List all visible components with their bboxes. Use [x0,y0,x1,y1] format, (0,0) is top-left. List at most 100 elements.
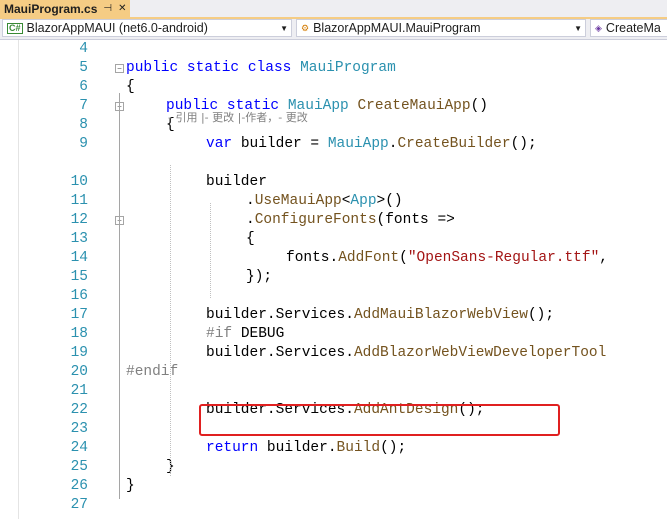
line-number: 19 [70,345,88,361]
indent-guide [170,165,171,476]
tab-mauiprogram-cs[interactable]: MauiProgram.cs ⊣ ✕ [0,0,130,17]
code-text: builder [206,174,267,190]
code-editor[interactable]: 4 5− public static class MauiProgram 6{7− pu… [0,40,667,519]
code-content: #if DEBUG [206,325,284,344]
code-text: Services. [275,307,354,323]
code-line[interactable]: 11 .UseMauiApp<App>() [0,192,667,211]
code-text: (); [380,440,407,456]
keyword: public [126,60,187,76]
line-number: 23 [70,421,88,437]
code-text: (); [527,307,555,323]
code-line[interactable]: 25} [0,458,667,477]
code-content: .UseMauiApp<App>() [246,192,403,211]
code-text: }); [246,269,273,285]
keyword: var [206,136,241,152]
highlight-box [199,404,560,436]
line-number: 20 [70,364,88,380]
line-number: 13 [70,231,88,247]
project-dropdown-value: BlazorAppMAUI (net6.0-android) [26,21,208,35]
collapse-icon[interactable]: − [115,64,124,73]
code-line[interactable]: 21 [0,382,667,401]
line-number: 10 [70,174,88,190]
project-dropdown[interactable]: C# BlazorAppMAUI (net6.0-android) ▼ [2,19,292,37]
chevron-down-icon: ▼ [280,23,288,33]
code-text: () [470,98,488,114]
code-text: { [126,79,135,95]
line-number: 24 [70,440,88,456]
code-content: builder.Services.AddBlazorWebViewDevelop… [206,344,606,363]
type-name: MauiProgram [300,60,396,76]
code-content: var builder = MauiApp.CreateBuilder(); [206,135,537,154]
code-content: public static class MauiProgram [126,59,396,78]
code-line[interactable]: 26} [0,477,667,496]
chevron-down-icon: ▼ [574,23,582,33]
member-dropdown[interactable]: ◈ CreateMa [590,19,667,37]
code-text: { [246,231,255,247]
code-line[interactable]: 24 return builder.Build(); [0,439,667,458]
method-name: CreateBuilder [397,136,511,152]
line-number: 6 [79,79,88,95]
code-line[interactable]: 20 #endif [0,363,667,382]
line-number: 25 [70,459,88,475]
csharp-project-icon: C# [7,22,23,34]
code-line[interactable]: 5 − public static class MauiProgram [0,59,667,78]
code-line[interactable]: 8{ [0,116,667,135]
code-line[interactable]: 14 fonts.AddFont("OpenSans-Regular.ttf", [0,249,667,268]
keyword: return [206,440,267,456]
code-line[interactable]: 9 var builder = MauiApp.CreateBuilder(); [0,135,667,154]
indent-guide [210,203,211,298]
code-text: builder. [206,345,276,361]
code-line[interactable]: 4 [0,40,667,59]
code-text: . [246,212,255,228]
preprocessor: #if [206,326,241,342]
member-dropdown-value: CreateMa [605,21,661,35]
code-text: Services. [275,345,354,361]
code-text: fonts. [286,250,339,266]
code-line[interactable]: 7− public static MauiApp CreateMauiApp() [0,97,667,116]
method-name: UseMauiApp [254,193,342,209]
codelens-info[interactable]: - 引用 |- 更改 |-作者，- 更改 [168,109,308,125]
code-line[interactable]: 12− .ConfigureFonts(fonts => [0,211,667,230]
class-icon: ⚙ [301,22,310,33]
code-content: { [246,230,255,249]
code-content: .ConfigureFonts(fonts => [246,211,455,230]
code-text: fonts => [385,212,455,228]
line-number: 15 [70,269,88,285]
code-text: builder. [266,440,337,456]
code-line[interactable]: 13 { [0,230,667,249]
line-number: 7 [79,98,88,114]
code-content: fonts.AddFont("OpenSans-Regular.ttf", [286,249,608,268]
code-content: builder.Services.AddMauiBlazorWebView(); [206,306,554,325]
method-name: Build [336,440,381,456]
code-line[interactable]: 27 [0,496,667,515]
line-number: 26 [70,478,88,494]
type-name: App [350,193,377,209]
code-text: ( [376,212,386,228]
code-line[interactable]: 17 builder.Services.AddMauiBlazorWebView(… [0,306,667,325]
method-name: AddFont [338,250,400,266]
line-number: 12 [70,212,88,228]
line-number: 21 [70,383,88,399]
code-line[interactable]: 16 [0,287,667,306]
line-number: 5 [79,60,88,76]
code-text: } [126,478,135,494]
navigation-bar: C# BlazorAppMAUI (net6.0-android) ▼ ⚙ Bl… [0,19,667,40]
code-text: >() [376,193,403,209]
code-line[interactable]: 10 builder [0,173,667,192]
type-dropdown-value: BlazorAppMAUI.MauiProgram [313,21,481,35]
code-text: builder. [206,307,276,323]
line-number: 14 [70,250,88,266]
type-dropdown[interactable]: ⚙ BlazorAppMAUI.MauiProgram ▼ [296,19,586,37]
code-text: ( [399,250,408,266]
line-number: 22 [70,402,88,418]
line-number: 8 [79,117,88,133]
code-line[interactable]: 15}); [0,268,667,287]
close-icon[interactable]: ✕ [118,3,126,14]
code-line[interactable]: 6{ [0,78,667,97]
code-text: DEBUG [240,326,285,342]
code-line[interactable]: 19 builder.Services.AddBlazorWebViewDevel… [0,344,667,363]
pin-icon[interactable]: ⊣ [103,3,112,14]
code-line[interactable]: 18 #if DEBUG [0,325,667,344]
line-number: 17 [70,307,88,323]
line-number: 27 [70,497,88,513]
